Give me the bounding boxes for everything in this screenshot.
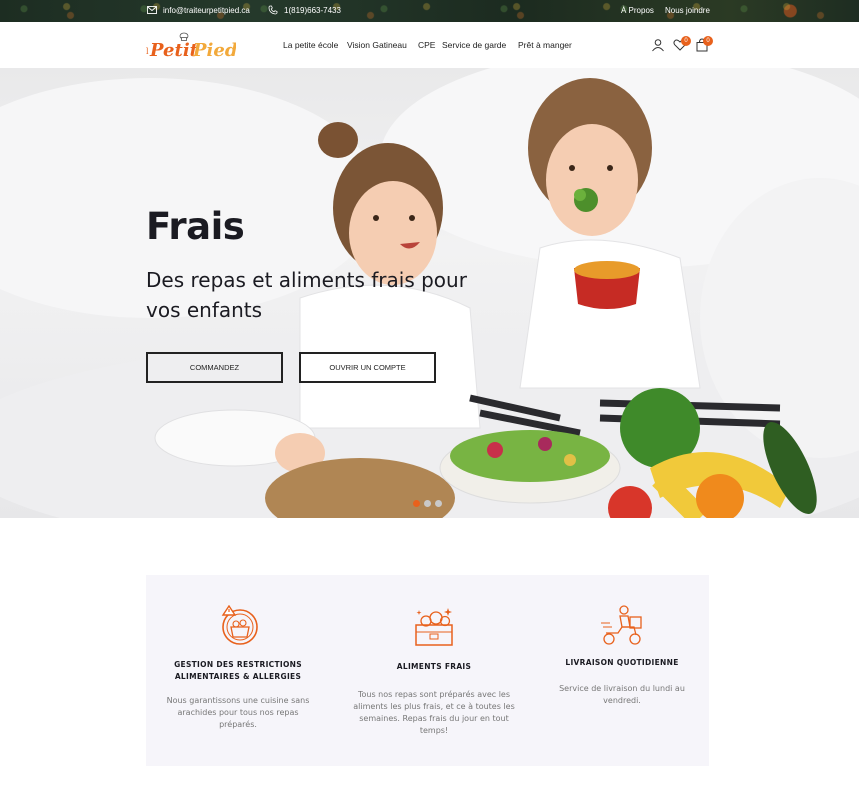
allergy-basket-icon	[221, 605, 258, 645]
logo-petit: Petit	[149, 40, 199, 61]
feature-fresh-desc: Tous nos repas sont préparés avec les al…	[353, 690, 515, 735]
wishlist-count-badge: 0	[681, 36, 691, 46]
nav-item-pret-a-manger[interactable]: Prêt à manger	[518, 40, 572, 50]
features-section: GESTION DES RESTRICTIONS ALIMENTAIRES & …	[146, 575, 709, 766]
feature-allergies-title: GESTION DES RESTRICTIONS ALIMENTAIRES & …	[174, 660, 302, 681]
order-button[interactable]: COMMANDEZ	[146, 352, 283, 383]
nav-item-petite-ecole[interactable]: La petite école	[283, 40, 347, 50]
feature-allergies-desc: Nous garantissons une cuisine sans arach…	[166, 696, 310, 729]
feature-allergies: GESTION DES RESTRICTIONS ALIMENTAIRES & …	[164, 605, 312, 731]
nav-item-vision-gatineau[interactable]: Vision Gatineau	[347, 40, 418, 50]
feature-fresh: ALIMENTS FRAIS Tous nos repas sont prépa…	[349, 605, 519, 737]
logo[interactable]: l Petit Pied	[146, 30, 236, 62]
slider-dots	[413, 500, 442, 507]
feature-delivery-title: LIVRAISON QUOTIDIENNE	[565, 658, 679, 667]
hero-subtitle: Des repas et aliments frais pour vos enf…	[146, 268, 467, 322]
logo-pied: Pied	[192, 40, 236, 61]
slider-dot-2[interactable]	[424, 500, 431, 507]
nav-item-service-de-garde[interactable]: Service de garde	[442, 40, 518, 50]
salad-bowl-illustration	[439, 430, 621, 504]
slider-dot-1[interactable]	[413, 500, 420, 507]
slider-dot-3[interactable]	[435, 500, 442, 507]
email-text: info@traiteurpetitpied.ca	[163, 5, 250, 15]
feature-fresh-title: ALIMENTS FRAIS	[396, 662, 472, 671]
about-link[interactable]: À Propos	[621, 6, 654, 15]
nav-item-cpe[interactable]: CPE	[418, 40, 442, 50]
email-contact[interactable]: info@traiteurpetitpied.ca	[147, 5, 250, 15]
envelope-icon	[147, 6, 157, 14]
user-icon[interactable]	[651, 38, 665, 52]
phone-icon	[268, 5, 278, 15]
phone-contact[interactable]: 1(819)663-7433	[268, 5, 341, 15]
logo-prefix: l	[146, 47, 149, 56]
contact-link[interactable]: Nous joindre	[665, 6, 710, 15]
feature-delivery: LIVRAISON QUOTIDIENNE Service de livrais…	[549, 605, 695, 707]
hero-title: Frais	[146, 205, 245, 248]
feature-delivery-desc: Service de livraison du lundi au vendred…	[559, 684, 685, 705]
fresh-produce-box-icon	[415, 608, 453, 646]
main-nav: La petite école Vision Gatineau CPE Serv…	[283, 40, 572, 50]
open-account-button[interactable]: OUVRIR UN COMPTE	[299, 352, 436, 383]
top-bar: info@traiteurpetitpied.ca 1(819)663-7433…	[0, 0, 859, 22]
cart-count-badge: 0	[703, 36, 713, 46]
phone-text: 1(819)663-7433	[284, 5, 341, 15]
delivery-scooter-icon	[601, 605, 642, 645]
